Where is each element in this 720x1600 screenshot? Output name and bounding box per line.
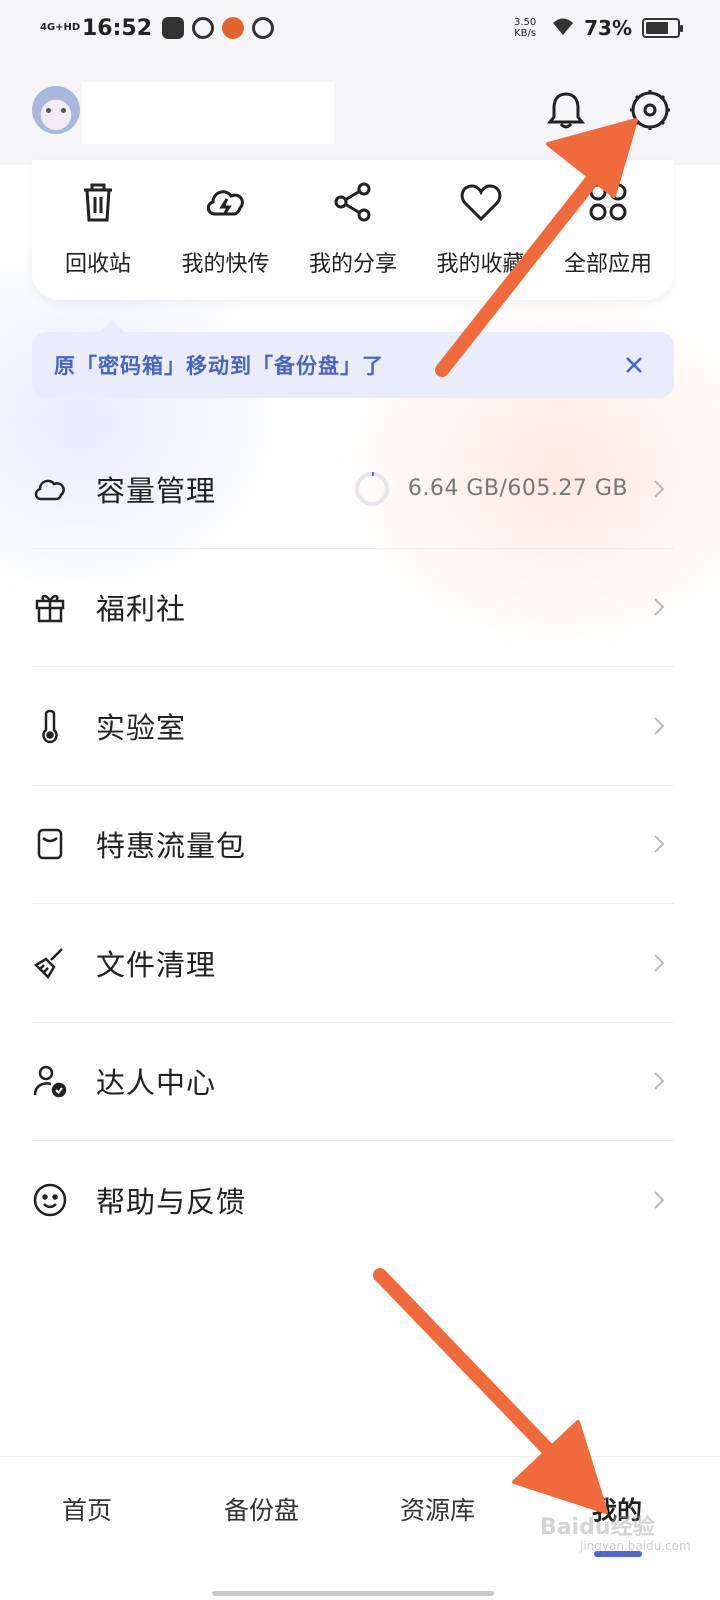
quick-action-label: 我的收藏 <box>436 252 525 277</box>
tab-resource-library[interactable]: 资源库 <box>400 1491 475 1527</box>
chevron-right-icon <box>654 954 665 972</box>
chevron-right-icon <box>654 480 665 498</box>
quick-action-favorites[interactable]: 我的收藏 <box>419 160 543 300</box>
chevron-right-icon <box>654 598 665 616</box>
notification-app-icon <box>162 17 185 39</box>
notice-text: 原「密码箱」移动到「备份盘」了 <box>54 354 384 378</box>
storage-usage-ring <box>354 471 389 506</box>
menu-item-welfare[interactable]: 福利社 <box>32 549 674 667</box>
share-icon <box>334 182 371 222</box>
menu-item-file-cleanup[interactable]: 文件清理 <box>32 904 674 1023</box>
menu-item-label: 达人中心 <box>96 1066 217 1101</box>
trash-icon <box>84 183 112 222</box>
menu-item-label: 特惠流量包 <box>96 829 247 864</box>
cloud-icon <box>34 479 65 500</box>
menu-item-label: 福利社 <box>96 592 187 627</box>
watermark: Baidu经验 <box>540 1515 655 1540</box>
bell-icon[interactable] <box>542 86 590 134</box>
smile-icon <box>33 1184 67 1217</box>
menu-item-lab[interactable]: 实验室 <box>32 667 674 786</box>
clock: 16:52 <box>82 15 153 41</box>
tab-home[interactable]: 首页 <box>62 1491 112 1527</box>
home-indicator[interactable] <box>212 1591 494 1596</box>
quick-actions-card: 回收站 我的快传 我的分享 我的收藏 全部应用 <box>32 160 674 300</box>
network-speed: 3.50 KB/s <box>513 17 537 39</box>
quick-action-transfer[interactable]: 我的快传 <box>164 160 288 300</box>
gift-icon <box>35 595 65 623</box>
watermark-url: jingyan.baidu.com <box>580 1539 691 1553</box>
battery-icon <box>642 18 683 38</box>
wifi-icon <box>550 15 576 42</box>
quick-action-label: 回收站 <box>64 252 131 277</box>
quick-action-label: 全部应用 <box>563 252 652 277</box>
chevron-right-icon <box>654 1072 665 1090</box>
chevron-right-icon <box>654 835 665 853</box>
menu-item-label: 帮助与反馈 <box>96 1185 247 1220</box>
notification-app-icon <box>222 17 245 39</box>
user-check-icon <box>33 1066 67 1098</box>
chevron-right-icon <box>654 717 665 735</box>
menu-item-data-pack[interactable]: 特惠流量包 <box>32 786 674 904</box>
notification-app-icon <box>252 17 275 39</box>
status-bar: 4G+HD 16:52 3.50 KB/s 73% <box>0 0 720 56</box>
quick-action-all-apps[interactable]: 全部应用 <box>546 160 670 300</box>
menu-item-label: 实验室 <box>96 710 187 745</box>
bottom-navigation: 首页 备份盘 资源库 我的 Baidu经验 jingyan.baidu.com <box>0 1456 720 1600</box>
quick-action-recycle-bin[interactable]: 回收站 <box>36 160 160 300</box>
username-redacted <box>82 82 334 144</box>
notification-app-icon <box>192 17 215 39</box>
menu-item-storage[interactable]: 容量管理 6.64 GB/605.27 GB <box>32 430 674 549</box>
menu-item-label: 文件清理 <box>96 947 217 982</box>
broom-icon <box>33 947 63 979</box>
battery-percent: 73% <box>584 16 632 40</box>
settings-menu: 容量管理 6.64 GB/605.27 GB 福利社 实验室 特惠流量包 文件清… <box>32 430 674 1260</box>
tab-backup-disk[interactable]: 备份盘 <box>224 1491 299 1527</box>
menu-item-label: 容量管理 <box>96 473 217 508</box>
profile-header <box>0 80 720 144</box>
close-icon[interactable] <box>622 353 646 377</box>
quick-action-label: 我的快传 <box>181 252 270 277</box>
menu-item-help-feedback[interactable]: 帮助与反馈 <box>32 1141 674 1260</box>
avatar[interactable] <box>32 86 80 134</box>
quick-action-share[interactable]: 我的分享 <box>291 160 415 300</box>
menu-item-expert-center[interactable]: 达人中心 <box>32 1023 674 1141</box>
apps-grid-icon <box>589 183 627 221</box>
storage-usage-value: 6.64 GB/605.27 GB <box>407 476 628 502</box>
cloud-bolt-icon <box>206 190 244 216</box>
notice-banner[interactable]: 原「密码箱」移动到「备份盘」了 <box>32 320 674 398</box>
chevron-right-icon <box>654 1191 665 1209</box>
quick-action-label: 我的分享 <box>308 252 397 277</box>
heart-icon <box>460 184 501 222</box>
data-pack-icon <box>37 829 63 860</box>
network-indicator: 4G+HD <box>40 22 81 33</box>
gear-icon[interactable] <box>626 86 674 134</box>
thermometer-icon <box>42 709 58 744</box>
